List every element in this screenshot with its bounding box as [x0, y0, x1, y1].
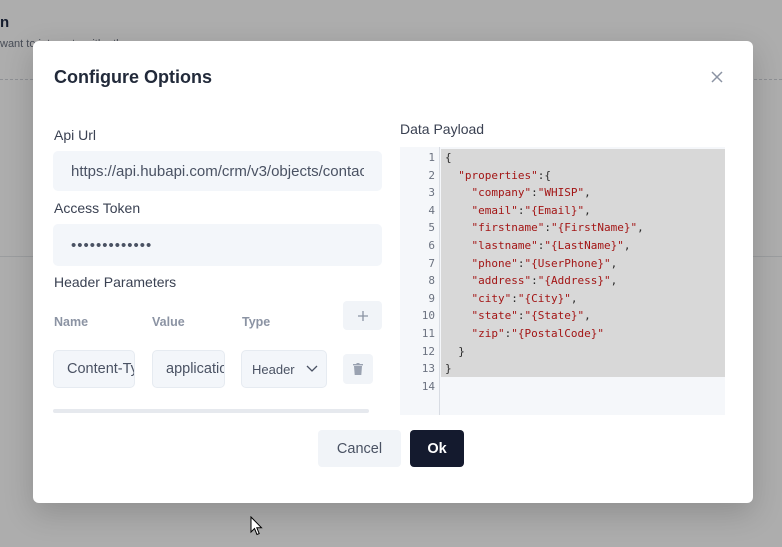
line-number: 9 — [428, 291, 435, 305]
line-number: 5 — [428, 221, 435, 235]
access-token-input[interactable] — [53, 224, 382, 266]
api-url-label: Api Url — [54, 127, 97, 143]
close-button[interactable] — [707, 67, 727, 87]
code-line: "lastname":"{LastName}", — [471, 239, 631, 252]
code-line: "state":"{State}", — [471, 309, 591, 323]
column-header-name: Name — [54, 315, 89, 329]
line-number: 7 — [428, 256, 435, 270]
plus-icon — [357, 310, 368, 321]
header-name-input[interactable]: Content-Type — [53, 350, 135, 388]
code-line: } — [445, 344, 465, 358]
line-number: 12 — [421, 344, 435, 358]
horizontal-scrollbar[interactable] — [53, 409, 369, 413]
line-number: 1 — [428, 151, 435, 164]
chevron-down-icon — [306, 365, 318, 372]
line-number: 10 — [421, 309, 435, 323]
data-payload-label: Data Payload — [400, 121, 485, 137]
configure-options-modal: Configure Options Api Url Access Token H… — [33, 41, 753, 503]
code-line: } — [445, 362, 452, 376]
code-line: "email":"{Email}", — [471, 203, 591, 217]
trash-icon — [353, 363, 363, 375]
line-number: 2 — [428, 168, 435, 182]
code-line: "zip":"{PostalCode}" — [471, 327, 604, 340]
mouse-pointer-icon — [250, 516, 263, 536]
delete-header-button[interactable] — [343, 354, 373, 384]
code-line: "properties":{ — [458, 168, 551, 182]
header-parameters-label: Header Parameters — [54, 274, 177, 290]
code-line: "company":"WHISP", — [471, 186, 591, 200]
code-line: "address":"{Address}", — [471, 274, 618, 288]
add-header-button[interactable] — [343, 301, 382, 330]
header-type-select[interactable]: Header — [241, 350, 327, 388]
access-token-label: Access Token — [54, 200, 141, 216]
modal-title: Configure Options — [54, 67, 212, 87]
code-line: { — [445, 151, 452, 164]
header-type-value: Header — [252, 361, 295, 377]
ok-button[interactable]: Ok — [410, 430, 464, 467]
close-icon — [711, 71, 723, 83]
header-value-input[interactable]: application/json — [152, 350, 225, 388]
line-number: 6 — [428, 239, 435, 252]
column-header-type: Type — [242, 315, 271, 329]
line-number: 8 — [428, 274, 435, 288]
line-number-gutter: 1 2 3 4 5 6 7 8 9 10 11 12 13 14 — [400, 147, 440, 415]
line-number: 4 — [428, 203, 435, 217]
line-number: 13 — [421, 362, 435, 376]
api-url-input[interactable] — [53, 151, 382, 191]
line-number: 3 — [428, 186, 435, 200]
code-line: "phone":"{UserPhone}", — [471, 256, 618, 270]
code-line: "firstname":"{FirstName}", — [471, 221, 644, 235]
line-number: 14 — [421, 379, 435, 393]
payload-code-editor[interactable]: 1 2 3 4 5 6 7 8 9 10 11 12 13 14 { "properties":{ "co… — [400, 147, 725, 415]
line-number: 11 — [421, 327, 435, 340]
column-header-value: Value — [152, 315, 185, 329]
code-line: "city":"{City}", — [471, 291, 578, 305]
cancel-button[interactable]: Cancel — [318, 430, 401, 467]
